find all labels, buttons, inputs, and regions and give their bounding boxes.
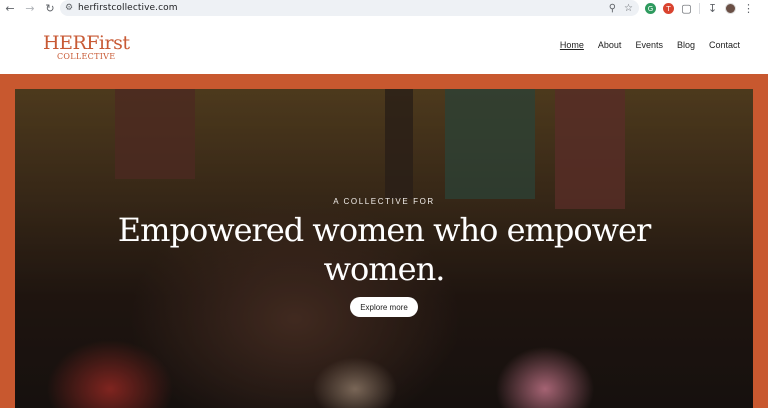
- grammarly-icon[interactable]: G: [645, 3, 656, 14]
- nav-blog[interactable]: Blog: [677, 40, 695, 50]
- puzzle-icon[interactable]: ▢: [681, 2, 692, 15]
- main-nav: Home About Events Blog Contact: [560, 40, 740, 50]
- hero-image: A COLLECTIVE FOR Empowered women who emp…: [15, 89, 753, 408]
- bookmark-star-icon[interactable]: ☆: [624, 3, 633, 14]
- nav-events[interactable]: Events: [635, 40, 663, 50]
- extension-red-icon[interactable]: T: [663, 3, 674, 14]
- hero-eyebrow: A COLLECTIVE FOR: [333, 197, 435, 206]
- zoom-icon[interactable]: ⚲: [609, 3, 616, 14]
- logo[interactable]: HERFirst COLLECTIVE: [43, 34, 130, 61]
- headline-line-1: Empowered women who empower: [117, 211, 651, 249]
- address-bar[interactable]: ⚙ herfirstcollective.com ⚲ ☆: [60, 0, 639, 16]
- site-info-icon[interactable]: ⚙: [60, 0, 78, 16]
- kebab-menu-icon[interactable]: ⋮: [743, 2, 754, 15]
- nav-home[interactable]: Home: [560, 40, 584, 50]
- url-text[interactable]: herfirstcollective.com: [78, 3, 178, 13]
- hero-content: A COLLECTIVE FOR Empowered women who emp…: [15, 89, 753, 408]
- nav-about[interactable]: About: [598, 40, 622, 50]
- nav-contact[interactable]: Contact: [709, 40, 740, 50]
- hero-headline: Empowered women who empower women.: [15, 211, 753, 289]
- headline-line-2: women.: [323, 250, 446, 288]
- browser-toolbar: ← → ↻ ⚙ herfirstcollective.com ⚲ ☆ G T ▢…: [0, 0, 768, 17]
- explore-more-button[interactable]: Explore more: [350, 297, 418, 317]
- logo-wordmark[interactable]: HERFirst: [43, 34, 130, 53]
- back-arrow-icon[interactable]: ←: [0, 0, 20, 17]
- download-icon[interactable]: ↧: [707, 2, 718, 15]
- forward-arrow-icon[interactable]: →: [20, 0, 40, 17]
- logo-subtitle[interactable]: COLLECTIVE: [57, 53, 115, 61]
- site-header: HERFirst COLLECTIVE Home About Events Bl…: [0, 17, 768, 74]
- reload-icon[interactable]: ↻: [40, 0, 60, 17]
- avatar-icon[interactable]: [725, 3, 736, 14]
- toolbar-divider: [699, 3, 700, 14]
